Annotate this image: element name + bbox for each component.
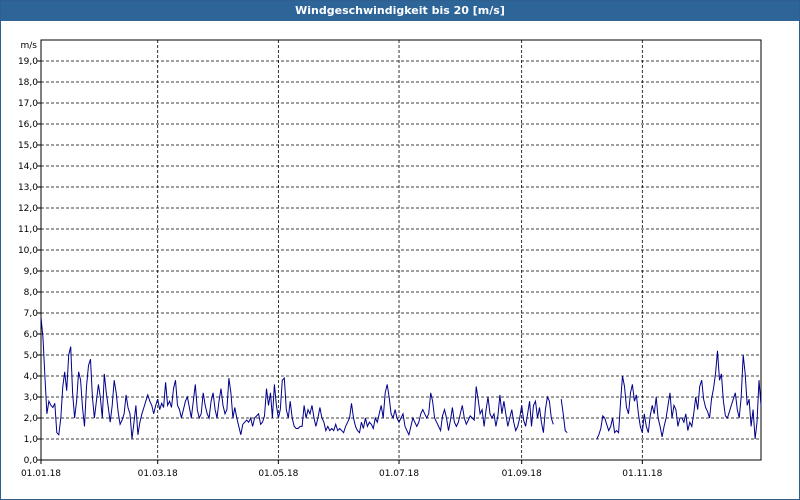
y-tick-label: 7,0: [24, 309, 39, 319]
x-tick-label: 01.01.18: [21, 469, 61, 479]
y-axis-ticks: 0,0 1,0 2,0 3,0 4,0 5,0 6,0 7,0 8,0 9,0 10,0 11,0 12…: [18, 57, 41, 466]
y-tick-label: 3,0: [24, 393, 39, 403]
y-tick-label: 4,0: [24, 372, 39, 382]
series-line: [40, 317, 554, 440]
grid: [41, 40, 761, 460]
y-tick-label: 12,0: [18, 204, 38, 214]
x-tick-label: 01.05.18: [258, 469, 298, 479]
y-axis-label: m/s: [21, 41, 38, 51]
y-tick-label: 1,0: [24, 435, 39, 445]
series: [40, 317, 762, 440]
y-tick-label: 13,0: [18, 183, 38, 193]
y-tick-label: 10,0: [18, 246, 38, 256]
chart-window: Windgeschwindigkeit bis 20 [m/s] 0,0 1,0 2…: [0, 0, 800, 500]
y-tick-label: 17,0: [18, 99, 38, 109]
y-tick-label: 11,0: [18, 225, 38, 235]
y-tick-label: 18,0: [18, 78, 38, 88]
x-tick-label: 01.09.18: [502, 469, 542, 479]
x-tick-label: 01.07.18: [379, 469, 419, 479]
wind-speed-chart: 0,0 1,0 2,0 3,0 4,0 5,0 6,0 7,0 8,0 9,0 10,0 11,0 12…: [18, 39, 762, 479]
y-tick-label: 6,0: [24, 330, 39, 340]
y-tick-label: 15,0: [18, 141, 38, 151]
y-tick-label: 19,0: [18, 57, 38, 67]
y-tick-label: 0,0: [24, 456, 39, 466]
y-tick-label: 8,0: [24, 288, 39, 298]
y-tick-label: 5,0: [24, 351, 39, 361]
x-axis-ticks: 01.01.18 01.03.18 01.05.18 01.07.18 01.09.18…: [21, 460, 663, 479]
x-tick-label: 01.03.18: [138, 469, 178, 479]
series-line: [560, 399, 568, 434]
window-title: Windgeschwindigkeit bis 20 [m/s]: [1, 1, 799, 21]
y-tick-label: 9,0: [24, 267, 39, 277]
y-tick-label: 2,0: [24, 414, 39, 424]
x-tick-label: 01.11.18: [622, 469, 662, 479]
y-tick-label: 14,0: [18, 162, 38, 172]
y-tick-label: 16,0: [18, 120, 38, 130]
series-line: [596, 350, 762, 440]
